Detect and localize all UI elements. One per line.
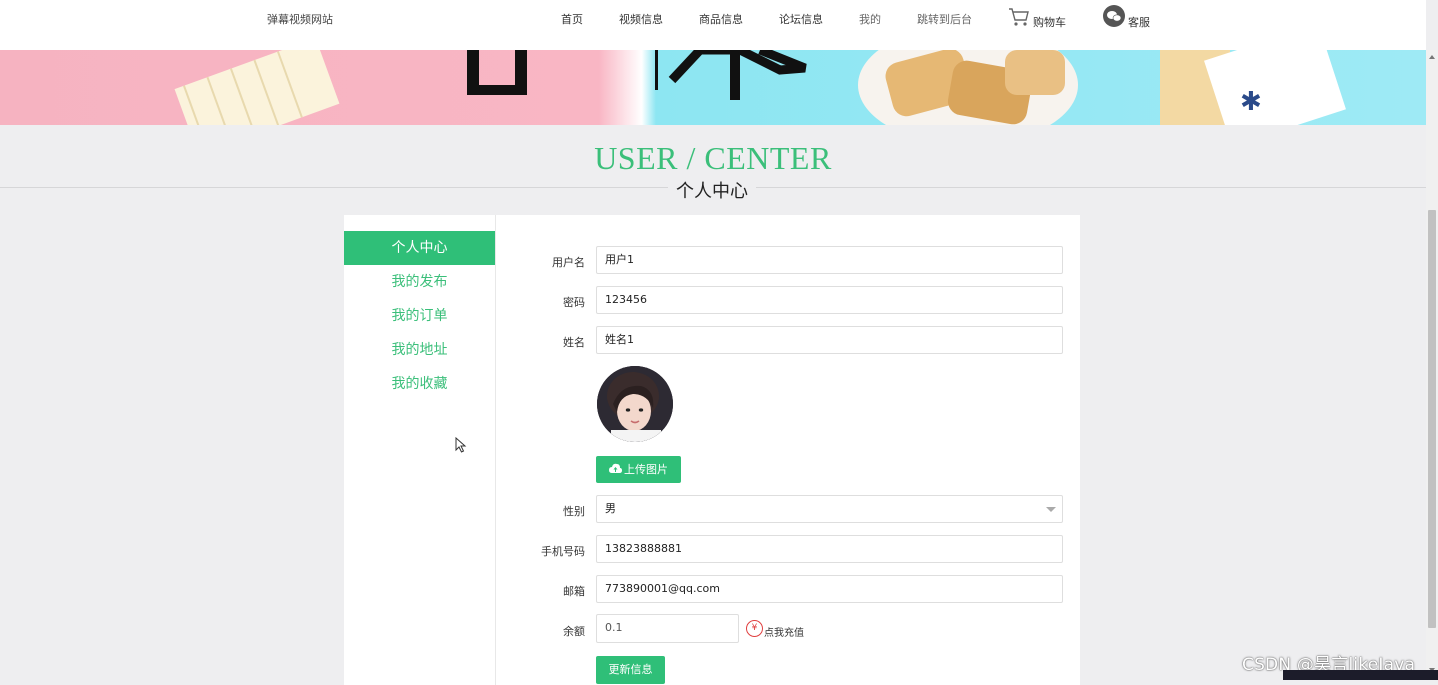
nav-video-info[interactable]: 视频信息: [619, 11, 663, 27]
password-field[interactable]: 123456: [596, 286, 1063, 314]
system-tray: [1283, 670, 1438, 680]
section-title: USER / CENTER: [594, 140, 832, 176]
sidebar-item-my-addresses[interactable]: 我的地址: [344, 333, 495, 367]
cloud-upload-icon: [609, 463, 622, 473]
site-name[interactable]: 弹幕视频网站: [267, 11, 333, 27]
nav-mine[interactable]: 我的: [859, 11, 881, 27]
upload-button-label: 上传图片: [624, 463, 668, 476]
scrollbar-thumb[interactable]: [1428, 210, 1436, 628]
section-subtitle: 个人中心: [668, 177, 756, 203]
name-label: 姓名: [563, 336, 585, 349]
nav-home[interactable]: 首页: [561, 11, 583, 27]
sidebar-item-user-center[interactable]: 个人中心: [344, 231, 495, 265]
avatar: [597, 366, 673, 442]
sidebar-item-my-favorites[interactable]: 我的收藏: [344, 367, 495, 401]
balance-label: 余额: [563, 625, 585, 638]
sidebar: 个人中心 我的发布 我的订单 我的地址 我的收藏: [344, 215, 496, 685]
nav-cart[interactable]: 购物车: [1033, 14, 1066, 30]
username-label: 用户名: [552, 256, 585, 269]
top-navbar: 弹幕视频网站 首页 视频信息 商品信息 论坛信息 我的 跳转到后台 购物车 客服: [0, 0, 1426, 50]
mouse-cursor-icon: [455, 437, 467, 453]
gender-select[interactable]: 男: [596, 495, 1063, 523]
name-field[interactable]: 姓名1: [596, 326, 1063, 354]
wechat-icon[interactable]: [1103, 5, 1125, 27]
upload-image-button[interactable]: 上传图片: [596, 456, 681, 483]
email-field[interactable]: 773890001@qq.com: [596, 575, 1063, 603]
yen-icon[interactable]: ¥: [746, 620, 763, 637]
nav-service[interactable]: 客服: [1128, 14, 1150, 30]
sidebar-item-my-posts[interactable]: 我的发布: [344, 265, 495, 299]
cart-icon[interactable]: [1008, 7, 1030, 27]
username-field[interactable]: 用户1: [596, 246, 1063, 274]
nav-forum-info[interactable]: 论坛信息: [779, 11, 823, 27]
balance-field[interactable]: 0.1: [596, 614, 739, 643]
sidebar-item-my-orders[interactable]: 我的订单: [344, 299, 495, 333]
recharge-link[interactable]: 点我充值: [764, 624, 804, 639]
chevron-down-icon: [1046, 507, 1056, 512]
nav-goods-info[interactable]: 商品信息: [699, 11, 743, 27]
svg-text:✱: ✱: [1240, 87, 1262, 117]
nav-admin[interactable]: 跳转到后台: [917, 11, 972, 27]
scroll-up-icon[interactable]: [1429, 55, 1435, 59]
banner-image: ✱: [0, 50, 1426, 125]
password-label: 密码: [563, 296, 585, 309]
phone-label: 手机号码: [541, 545, 585, 558]
email-label: 邮箱: [563, 585, 585, 598]
phone-field[interactable]: 13823888881: [596, 535, 1063, 563]
gender-label: 性别: [563, 505, 585, 518]
